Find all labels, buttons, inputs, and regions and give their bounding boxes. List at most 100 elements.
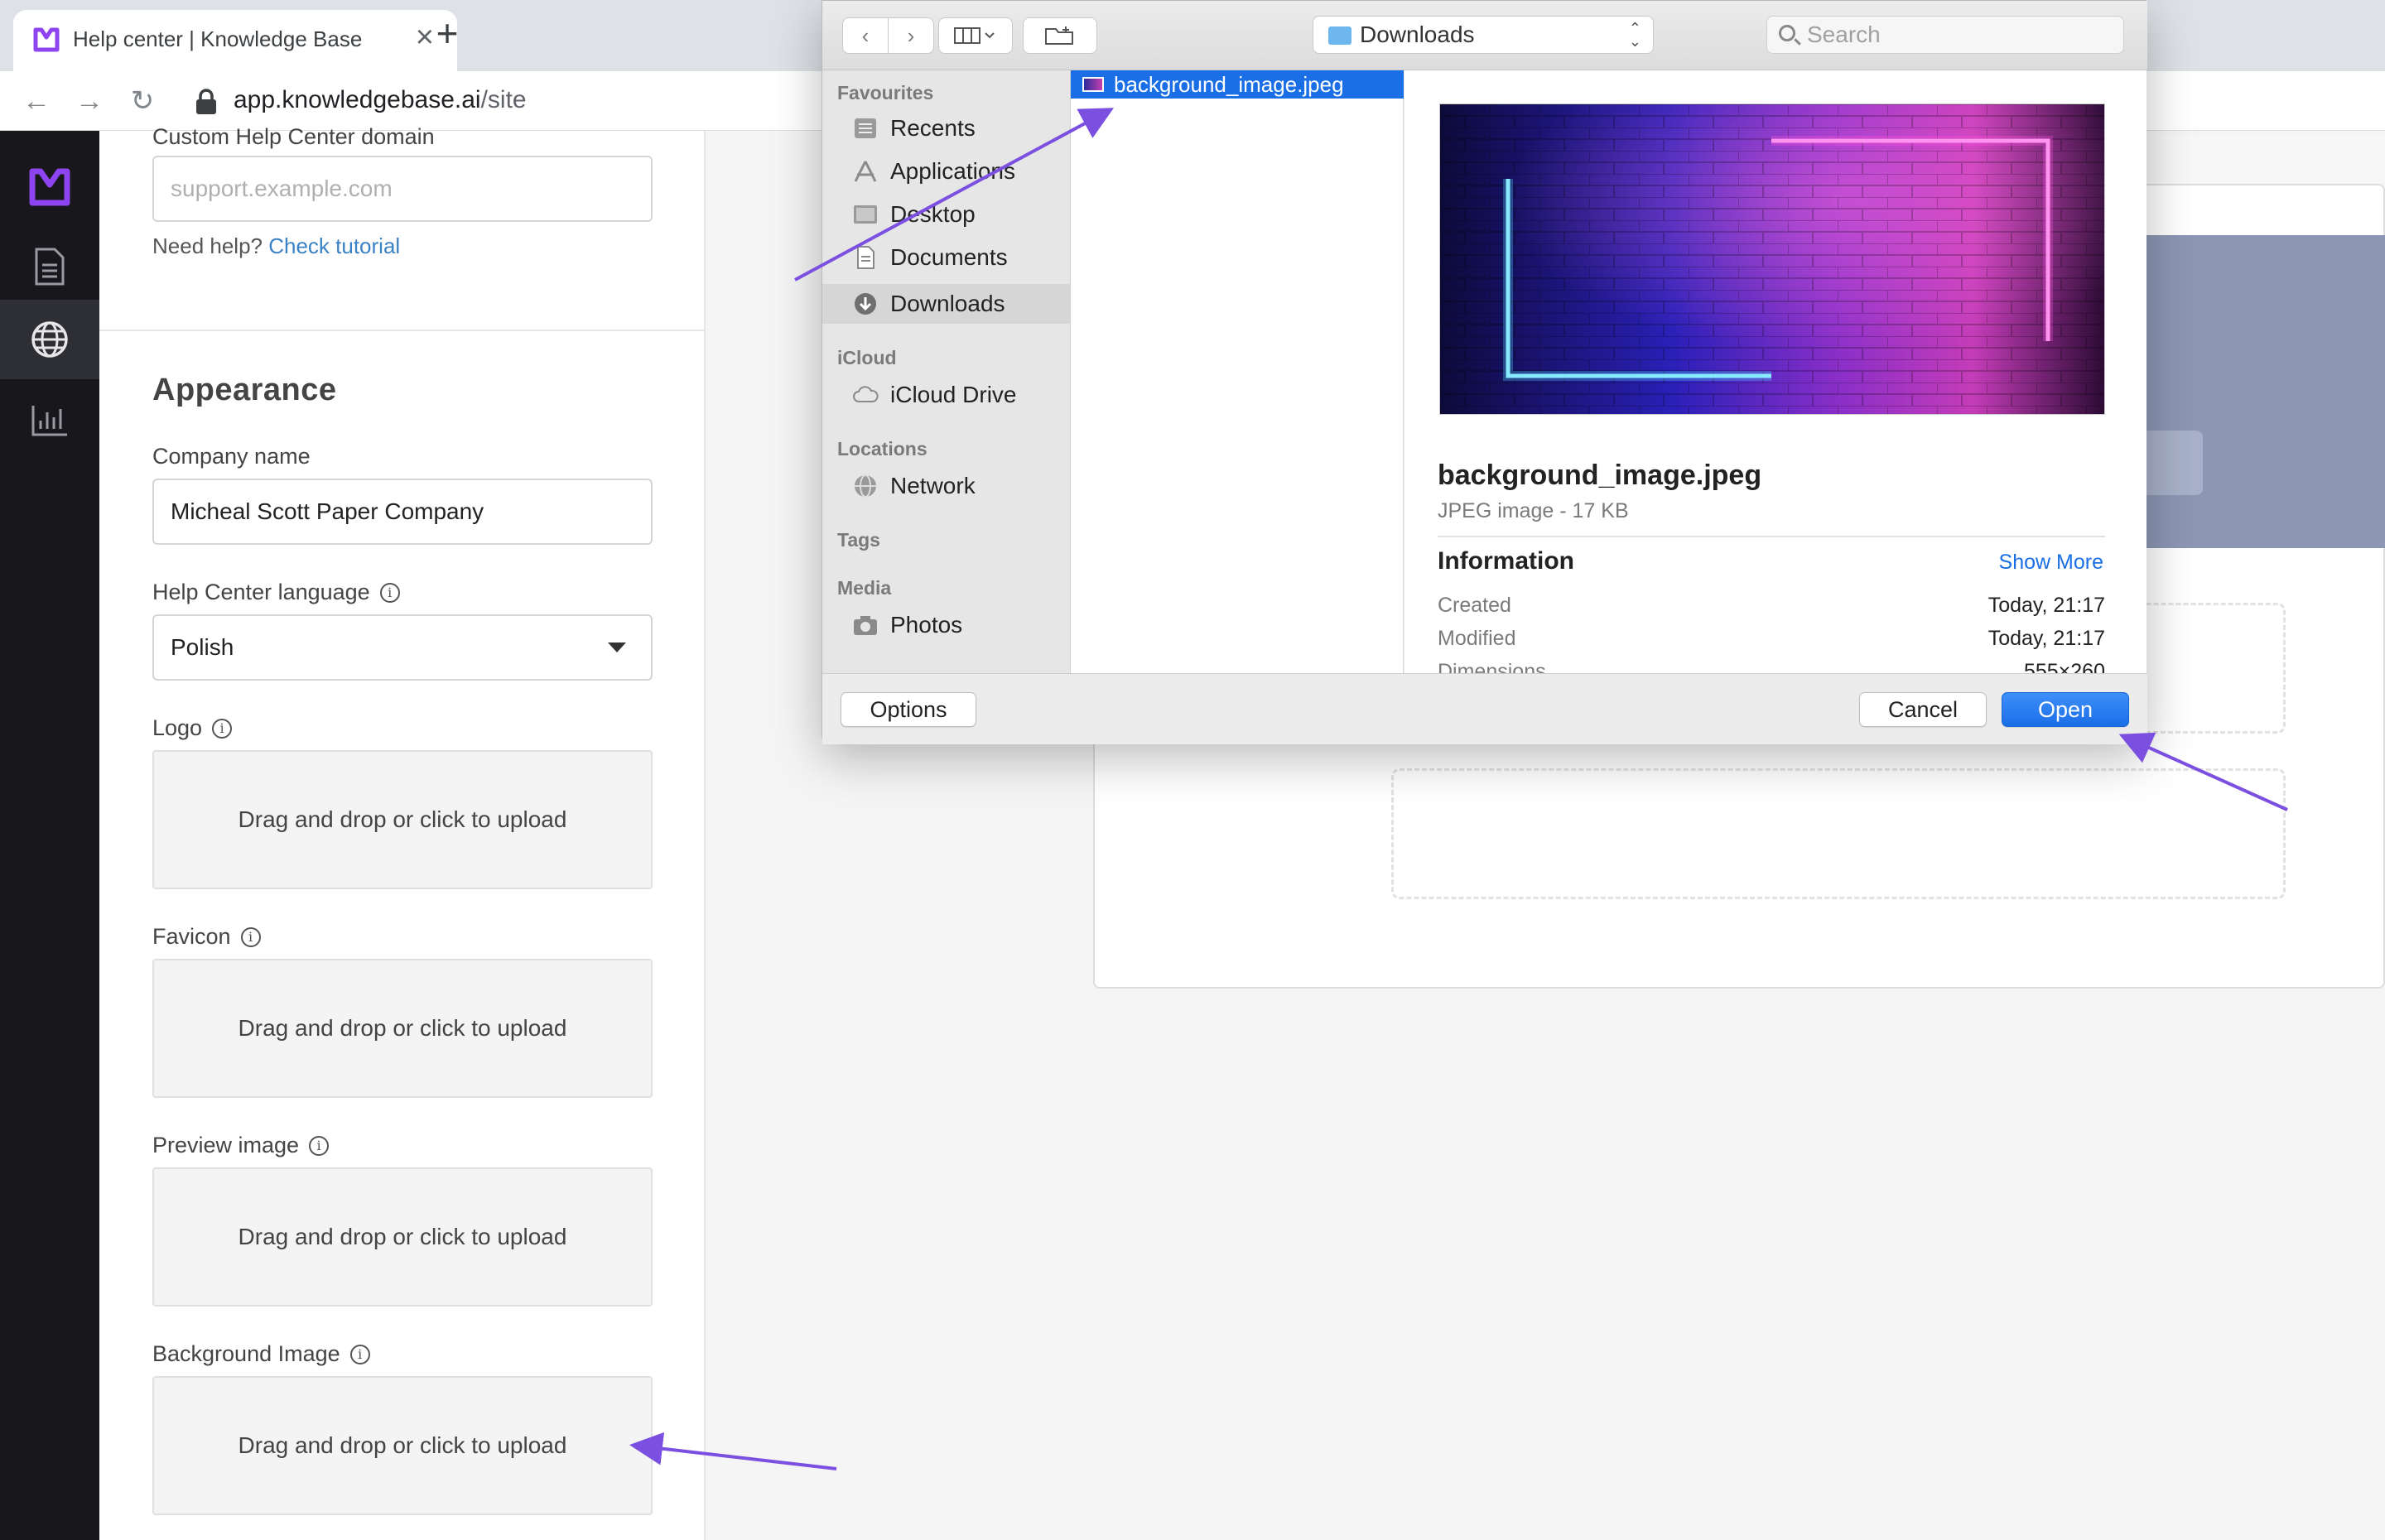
language-label-text: Help Center language [152,580,370,604]
rail-item-site[interactable] [0,300,99,379]
network-icon [855,474,876,498]
info-icon[interactable]: i [212,718,233,739]
media-heading: Media [837,577,892,599]
reload-icon[interactable]: ↻ [124,83,161,119]
bar-chart-icon [31,406,67,436]
language-value: Polish [171,634,234,660]
back-icon[interactable]: ‹ [842,17,889,54]
location-value: Downloads [1360,22,1475,47]
browser-tab[interactable]: Help center | Knowledge Base × [13,10,457,71]
favicon-upload-dropzone[interactable]: Drag and drop or click to upload [152,959,653,1098]
sidebar-item-network[interactable]: Network [822,466,1071,506]
sidebar-item-documents[interactable]: Documents [822,238,1071,277]
search-icon [1779,25,1795,41]
help-text: Need help? Check tutorial [152,233,400,259]
desktop-icon [854,205,877,224]
info-icon[interactable]: i [240,926,261,947]
sidebar-item-label: Recents [890,115,976,141]
logo-label-text: Logo [152,715,203,740]
custom-domain-input[interactable]: support.example.com [152,156,653,222]
tab-title: Help center | Knowledge Base [73,26,363,51]
favicon-label-text: Favicon [152,924,231,949]
url-field[interactable]: app.knowledgebase.ai/site [234,86,527,114]
language-select[interactable]: Polish [152,614,653,681]
folder-icon [1328,26,1352,45]
columns-view-icon [954,27,995,44]
search-placeholder: Search [1807,22,1881,47]
open-file-dialog: ‹ › Downloads ⌃ ⌄ Search Favourites Rece… [822,0,2147,744]
cancel-button[interactable]: Cancel [1859,692,1987,727]
language-label: Help Center language i [152,580,400,605]
logo-icon [29,168,70,206]
preview-label-text: Preview image [152,1133,300,1157]
dialog-sidebar: Favourites Recents Applications Desktop … [822,70,1071,673]
company-name-value: Micheal Scott Paper Company [171,498,484,524]
locations-heading: Locations [837,438,928,460]
background-image-label: Background Image i [152,1341,370,1367]
file-row-selected[interactable]: background_image.jpeg [1071,70,1404,99]
preview-image-upload-dropzone[interactable]: Drag and drop or click to upload [152,1167,653,1307]
app-logo[interactable] [0,147,99,227]
dimensions-row: Dimensions 555×260 [1438,660,2105,673]
open-button[interactable]: Open [2002,692,2129,727]
rail-item-articles[interactable] [0,227,99,306]
preview-image-label: Preview image i [152,1133,330,1158]
dropzone-text: Drag and drop or click to upload [238,1224,567,1249]
modified-label: Modified [1438,627,1516,650]
sidebar-item-label: Documents [890,244,1008,270]
logo-label: Logo i [152,715,233,741]
section-divider [99,330,706,331]
forward-icon[interactable]: › [888,17,934,54]
forward-icon[interactable]: → [71,83,108,119]
sidebar-item-label: Photos [890,612,963,638]
info-icon[interactable]: i [349,1344,370,1364]
domain-label: Custom Help Center domain [152,124,435,150]
created-row: Created Today, 21:17 [1438,594,2105,618]
sidebar-item-applications[interactable]: Applications [822,152,1071,191]
check-tutorial-link[interactable]: Check tutorial [268,233,400,258]
knowledgebase-logo-icon [33,27,60,52]
sidebar-item-label: Applications [890,158,1015,184]
company-name-input[interactable]: Micheal Scott Paper Company [152,479,653,545]
search-input[interactable]: Search [1766,16,2124,54]
dimensions-label: Dimensions [1438,660,1546,673]
sidebar-item-label: Downloads [890,291,1005,316]
show-more-link[interactable]: Show More [1999,551,2103,575]
info-icon[interactable]: i [379,582,400,603]
company-name-label-text: Company name [152,444,311,469]
location-popup[interactable]: Downloads ⌃ ⌄ [1313,16,1654,54]
rail-item-analytics[interactable] [0,381,99,460]
lock-icon [196,89,216,114]
company-name-label: Company name [152,444,311,469]
logo-upload-dropzone[interactable]: Drag and drop or click to upload [152,750,653,889]
back-icon[interactable]: ← [18,83,55,119]
appearance-title: Appearance [152,373,337,407]
info-icon[interactable]: i [309,1135,330,1156]
image-file-icon [1082,77,1104,92]
dropzone-text: Drag and drop or click to upload [238,1432,567,1458]
sidebar-item-desktop[interactable]: Desktop [822,195,1071,234]
domain-label-text: Custom Help Center domain [152,124,435,149]
modified-row: Modified Today, 21:17 [1438,627,2105,651]
neon-wall-image [1440,104,2104,414]
new-tab-icon[interactable]: + [431,14,464,52]
background-image-upload-dropzone[interactable]: Drag and drop or click to upload [152,1376,653,1515]
modified-value: Today, 21:17 [1988,627,2105,650]
sidebar-item-photos[interactable]: Photos [822,605,1071,645]
globe-icon [31,321,68,358]
file-list: background_image.jpeg [1071,70,1404,673]
camera-icon [854,616,877,635]
sidebar-item-downloads[interactable]: Downloads [822,284,1071,324]
options-button[interactable]: Options [841,692,976,727]
applications-icon [854,161,877,182]
help-prefix: Need help? [152,233,263,258]
cloud-icon [853,386,879,402]
sidebar-item-icloud-drive[interactable]: iCloud Drive [822,375,1071,415]
documents-icon [857,246,874,269]
dropdown-caret-icon [608,642,626,652]
view-mode-button[interactable] [938,17,1013,54]
dimensions-value: 555×260 [2023,660,2105,673]
new-folder-button[interactable] [1023,17,1097,54]
favourites-heading: Favourites [837,82,934,103]
sidebar-item-recents[interactable]: Recents [822,108,1071,148]
